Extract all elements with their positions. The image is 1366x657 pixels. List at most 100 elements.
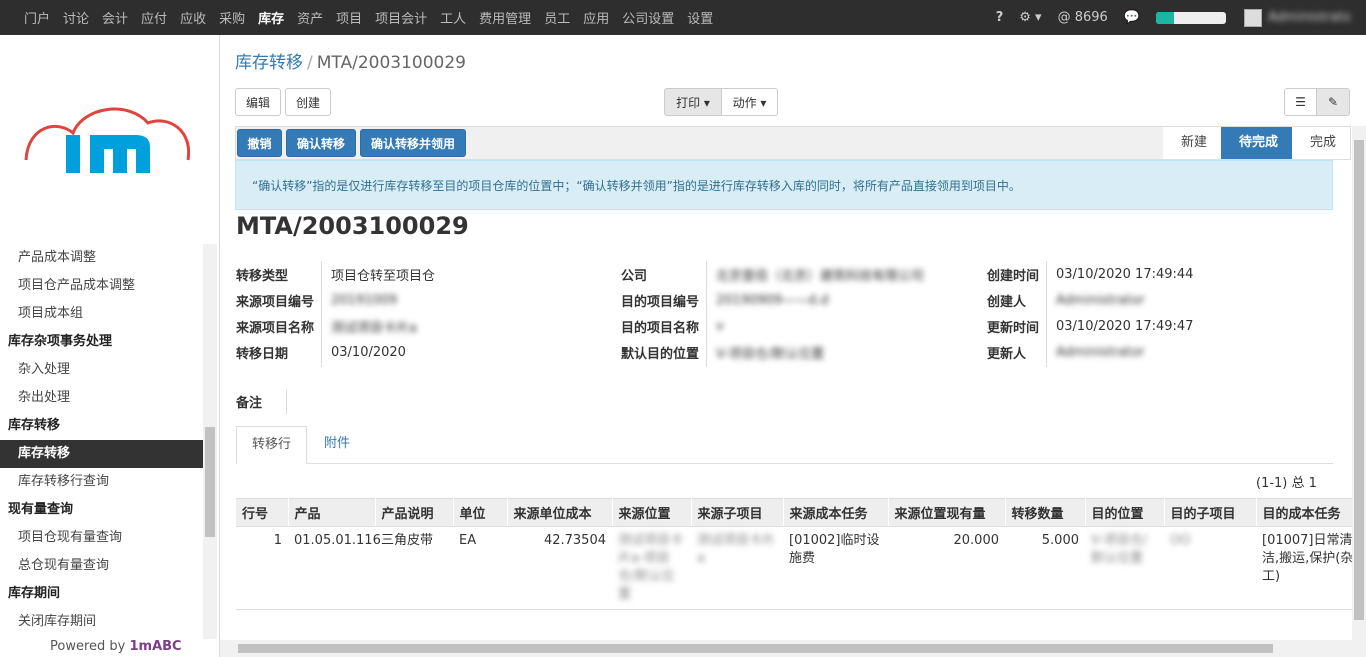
field-row: 创建人 Administrator	[987, 287, 1193, 313]
field-row: 更新人 Administrator	[987, 339, 1193, 365]
top-menu-item[interactable]: 工人	[440, 8, 466, 27]
field-value: 项目仓转至项目仓	[331, 268, 436, 284]
column-header[interactable]: 来源单位成本	[507, 498, 613, 527]
top-menu-item[interactable]: 费用管理	[479, 8, 531, 27]
main-vertical-scrollbar[interactable]	[1352, 126, 1366, 640]
sidebar-item[interactable]: 库存转移	[0, 440, 203, 468]
stage-step[interactable]: 待完成	[1220, 127, 1292, 159]
field-value[interactable]: v	[716, 319, 724, 334]
top-menu-item[interactable]: 项目	[336, 8, 362, 27]
column-header[interactable]: 目的位置	[1085, 498, 1165, 527]
sidebar-item[interactable]: 项目仓产品成本调整	[0, 272, 203, 300]
top-menu-item[interactable]: 项目会计	[375, 8, 427, 27]
top-menu-item[interactable]: 应用	[583, 8, 609, 27]
brand-link[interactable]: 1mABC	[129, 639, 181, 654]
top-menu-item[interactable]: 会计	[102, 8, 128, 27]
column-header[interactable]: 产品说明	[375, 498, 454, 527]
top-menu-item[interactable]: 门户	[24, 8, 50, 27]
table-row[interactable]: 1 01.05.01.116 三角皮带 EA 42.73504 测试项目卡片a-项目仓/默…	[236, 526, 1366, 610]
tab-attachments[interactable]: 附件	[309, 426, 365, 464]
column-header[interactable]: 转移数量	[1005, 498, 1086, 527]
breadcrumb-parent-link[interactable]: 库存转移	[235, 53, 303, 73]
field-group-2: 公司 北京壹佰（北京）建筑科技有限公司 目的项目编号 20190909——d.d 目的项…	[621, 261, 924, 365]
field-row: 来源项目名称 测试项目卡片a	[236, 313, 435, 339]
sidebar-item[interactable]: 项目仓现有量查询	[0, 524, 203, 552]
column-header[interactable]: 目的成本任务	[1256, 498, 1366, 527]
column-header[interactable]: 来源位置现有量	[888, 498, 1006, 527]
powered-by: Powered by 1mABC	[50, 639, 182, 654]
top-menu-item[interactable]: 应收	[180, 8, 206, 27]
top-menu-item[interactable]: 员工	[544, 8, 570, 27]
table-cell: [01002]临时设施费	[783, 526, 888, 610]
top-menu-item[interactable]: 应付	[141, 8, 167, 27]
column-header[interactable]: 来源成本任务	[783, 498, 889, 527]
sidebar-scrollbar[interactable]	[203, 244, 217, 639]
sidebar-item[interactable]: 库存转移行查询	[0, 468, 203, 496]
table-cell: 42.73504	[507, 526, 612, 610]
table-cell: 测试项目卡片a-项目仓/默认位置	[612, 526, 691, 610]
confirm-transfer-use-button[interactable]: 确认转移并领用	[360, 129, 466, 157]
tab-transfer-lines[interactable]: 转移行	[236, 426, 308, 464]
sidebar-item[interactable]: 项目成本组	[0, 300, 203, 328]
status-bar: 撤销 确认转移 确认转移并领用 新建 待完成 完成	[235, 126, 1351, 160]
top-menu-item[interactable]: 资产	[297, 8, 323, 27]
storage-progress-bar	[1156, 11, 1226, 24]
sidebar-item[interactable]: 杂入处理	[0, 356, 203, 384]
confirm-transfer-button[interactable]: 确认转移	[286, 129, 356, 157]
note-label: 备注	[236, 396, 263, 411]
field-value: Administrator	[1056, 292, 1145, 308]
field-row: 转移日期 03/10/2020	[236, 339, 435, 365]
top-menu-item[interactable]: 讨论	[63, 8, 89, 27]
field-label: 来源项目名称	[236, 320, 315, 336]
breadcrumb: 库存转移 / MTA/2003100029	[235, 53, 466, 73]
field-value[interactable]: V-项目仓/默认位置	[716, 343, 824, 362]
main-horizontal-scrollbar[interactable]	[220, 640, 1366, 657]
field-value[interactable]: 20191009	[331, 293, 397, 308]
chat-icon[interactable]: 💬	[1124, 10, 1140, 25]
column-header[interactable]: 目的子项目	[1164, 498, 1257, 527]
table-cell: OO	[1164, 526, 1256, 610]
edit-button[interactable]: 编辑	[235, 88, 281, 116]
help-icon[interactable]: ?	[996, 10, 1004, 25]
field-value[interactable]: 测试项目卡片a	[331, 317, 417, 336]
company-logo-icon	[24, 107, 191, 173]
field-label: 公司	[621, 268, 648, 284]
field-row: 目的项目名称 v	[621, 313, 924, 339]
user-name[interactable]: Administrator	[1268, 10, 1350, 25]
settings-gear-icon[interactable]: ⚙ ▾	[1019, 10, 1041, 25]
top-menu-item[interactable]: 库存	[258, 8, 284, 27]
table-cell: 01.05.01.116	[288, 526, 381, 610]
info-alert: “确认转移”指的是仅进行库存转移至目的项目仓库的位置中；“确认转移并领用”指的是…	[235, 160, 1333, 210]
sidebar-item[interactable]: 关闭库存期间	[0, 608, 203, 636]
column-header[interactable]: 单位	[453, 498, 508, 527]
avatar[interactable]	[1244, 8, 1262, 27]
column-header[interactable]: 来源子项目	[691, 498, 784, 527]
list-view-icon[interactable]: ☰	[1284, 88, 1317, 116]
top-menu: 门户 讨论 会计 应付 应收 采购 库存 资产 项目 项目会计 工人 费用管理 员工 应用 公司设置 设置	[0, 8, 726, 27]
pager[interactable]: (1-1) 总 1	[1256, 472, 1317, 491]
field-row: 目的项目编号 20190909——d.d	[621, 287, 924, 313]
sidebar-item[interactable]: 杂出处理	[0, 384, 203, 412]
print-dropdown-button[interactable]: 打印 ▾	[664, 88, 722, 116]
column-header[interactable]: 产品	[288, 498, 376, 527]
field-label: 目的项目名称	[621, 320, 700, 336]
stage-step[interactable]: 新建	[1162, 127, 1221, 159]
column-header[interactable]: 行号	[236, 498, 289, 527]
action-dropdown-button[interactable]: 动作 ▾	[721, 88, 778, 116]
sidebar-item[interactable]: 总仓现有量查询	[0, 552, 203, 580]
field-value[interactable]: 20190909——d.d	[716, 293, 829, 308]
field-value: 03/10/2020 17:49:47	[1056, 318, 1194, 334]
mentions-counter[interactable]: @ 8696	[1058, 10, 1108, 25]
top-menu-item[interactable]: 公司设置	[622, 8, 674, 27]
form-view-icon[interactable]: ✎	[1316, 88, 1350, 116]
create-button[interactable]: 创建	[285, 88, 331, 116]
field-group-3: 创建时间 03/10/2020 17:49:44 创建人 Administrator 更…	[987, 261, 1193, 365]
cancel-button[interactable]: 撤销	[237, 129, 282, 157]
column-header[interactable]: 来源位置	[612, 498, 692, 527]
top-menu-item[interactable]: 采购	[219, 8, 245, 27]
stage-step[interactable]: 完成	[1291, 127, 1350, 159]
sidebar-nav: 产品成本调整 项目仓产品成本调整 项目成本组 库存杂项事务处理 杂入处理 杂出处理 库存转移…	[0, 244, 203, 639]
field-label: 默认目的位置	[621, 346, 700, 362]
top-menu-item[interactable]: 设置	[687, 8, 713, 27]
sidebar-item[interactable]: 产品成本调整	[0, 244, 203, 272]
